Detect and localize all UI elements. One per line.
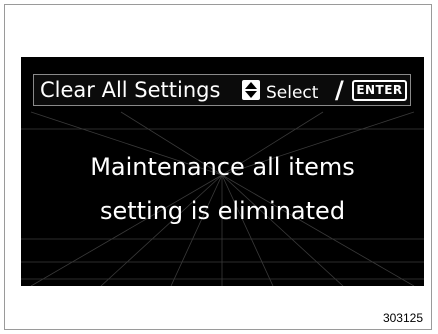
message-line-1: Maintenance all items xyxy=(90,153,355,181)
figure-number: 303125 xyxy=(382,311,423,325)
screen-title: Clear All Settings xyxy=(40,78,221,102)
separator-slash: / xyxy=(335,76,344,104)
enter-button[interactable]: ENTER xyxy=(352,80,407,101)
select-label: Select xyxy=(266,83,319,103)
up-down-arrows-icon xyxy=(241,79,261,101)
message-line-2: setting is eliminated xyxy=(99,197,346,225)
display-screen: Clear All Settings Select / ENTER Mainte… xyxy=(21,57,424,286)
header-bar: Clear All Settings Select / ENTER xyxy=(33,74,411,106)
